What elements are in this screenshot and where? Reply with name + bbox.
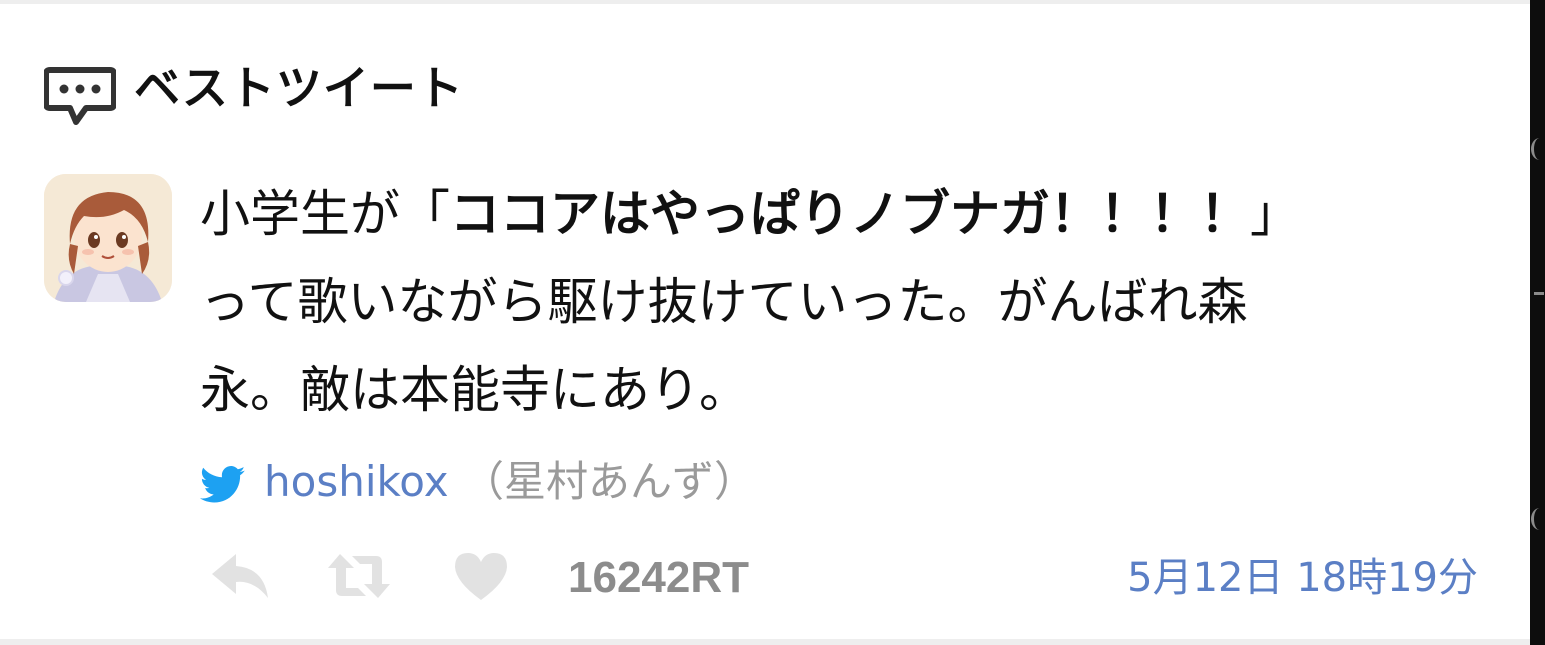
tweet-text-prefix: 小学生が「 bbox=[200, 185, 450, 243]
tweet-text-suffix: 」 bbox=[1250, 185, 1300, 243]
tweet-author: hoshikox （星村あんず） bbox=[200, 452, 1100, 512]
tweet-actions: 16242RT 5月12日 18時19分 bbox=[0, 540, 1530, 620]
heart-icon[interactable] bbox=[452, 550, 510, 602]
edge-glyph bbox=[1531, 508, 1545, 530]
retweet-count: 16242RT bbox=[568, 553, 750, 602]
tweet-line-3: 永。敵は本能寺にあり。 bbox=[200, 361, 749, 419]
tweet-line-1: 小学生が「ココアはやっぱりノブナガ！！！！」 bbox=[200, 170, 1460, 258]
edge-glyph bbox=[1531, 138, 1545, 160]
tweet-line-2: って歌いながら駆け抜けていった。がんばれ森 bbox=[200, 273, 1248, 331]
twitter-bird-icon bbox=[200, 466, 246, 503]
edge-dash bbox=[1534, 292, 1544, 295]
bottom-divider bbox=[0, 639, 1530, 645]
author-display-name: （星村あんず） bbox=[462, 457, 757, 506]
top-divider bbox=[0, 0, 1530, 4]
section-header: ベストツイート bbox=[44, 56, 744, 126]
tweet-text-bold: ココアはやっぱりノブナガ！！！！ bbox=[450, 185, 1250, 243]
tweet-timestamp-link[interactable]: 5月12日 18時19分 bbox=[1127, 548, 1478, 608]
retweet-icon[interactable] bbox=[326, 550, 392, 602]
right-edge-bar bbox=[1530, 0, 1545, 645]
tweet-text: 小学生が「ココアはやっぱりノブナガ！！！！」 って歌いながら駆け抜けていった。が… bbox=[200, 170, 1460, 434]
avatar-illustration bbox=[44, 174, 172, 302]
avatar[interactable] bbox=[44, 174, 172, 302]
speech-bubble-icon bbox=[44, 67, 116, 125]
section-title: ベストツイート bbox=[134, 61, 464, 115]
author-handle-link[interactable]: hoshikox bbox=[264, 452, 449, 512]
reply-icon[interactable] bbox=[210, 550, 270, 602]
